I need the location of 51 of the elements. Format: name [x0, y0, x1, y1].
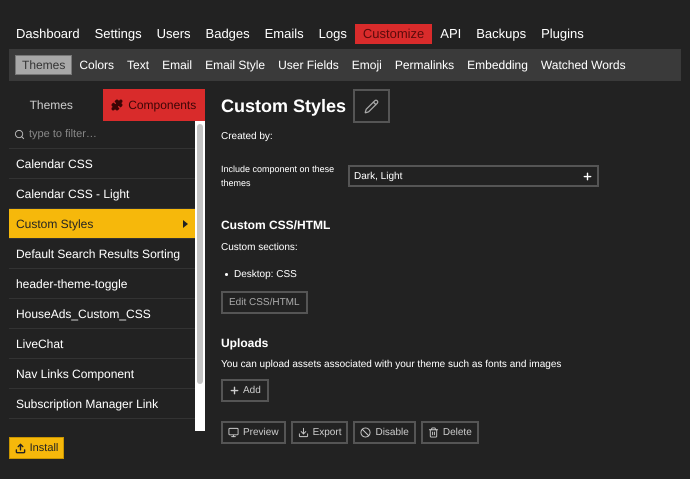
section-heading: Uploads: [221, 335, 270, 352]
caret-icon: [183, 220, 188, 228]
install-button[interactable]: Install: [9, 437, 64, 459]
action-button[interactable]: Delete: [420, 421, 479, 444]
nav-tab[interactable]: Dashboard: [9, 24, 87, 44]
action-button[interactable]: Preview: [221, 421, 286, 444]
sub-nav-tab[interactable]: Embedding: [461, 55, 534, 75]
sub-nav-tab[interactable]: Permalinks: [388, 55, 460, 75]
upload-icon: [14, 442, 26, 454]
edit-css-button[interactable]: Edit CSS/HTML: [221, 291, 308, 314]
created-by-label: Created by:: [221, 130, 274, 144]
ban-icon: [360, 427, 372, 438]
sub-nav-tab[interactable]: Text: [121, 55, 156, 75]
sub-nav-tab[interactable]: Emoji: [346, 55, 388, 75]
sub-nav-tab[interactable]: Email: [156, 55, 198, 75]
themes-selector[interactable]: Dark, Light: [348, 165, 599, 187]
nav-tab[interactable]: Badges: [198, 24, 257, 44]
sidebar-tab[interactable]: Themes: [0, 89, 102, 121]
puzzle-icon: [111, 99, 124, 111]
monitor-icon: [228, 427, 239, 438]
custom-sections-label: Custom sections:: [221, 241, 299, 255]
add-button[interactable]: Add: [221, 379, 269, 402]
component-list-item[interactable]: Custom Styles: [9, 209, 195, 239]
filter-field[interactable]: type to filter…: [29, 126, 179, 143]
sub-nav-tab[interactable]: Colors: [73, 55, 120, 75]
pencil-icon: [364, 98, 380, 114]
nav-tab[interactable]: Emails: [258, 24, 311, 44]
section-heading: Custom CSS/HTML: [221, 217, 332, 234]
section-list-item: Desktop: CSS: [225, 267, 690, 282]
edit-name-button[interactable]: [353, 89, 390, 123]
sub-nav-tab[interactable]: Themes: [15, 55, 72, 75]
sub-nav-tab[interactable]: User Fields: [272, 55, 345, 75]
sub-nav-tab[interactable]: Watched Words: [534, 55, 632, 75]
download-icon: [298, 427, 309, 438]
sidebar-tab[interactable]: Components: [102, 89, 205, 121]
plus-icon: [582, 170, 593, 182]
nav-tab[interactable]: Plugins: [534, 24, 591, 44]
uploads-description: You can upload assets associated with your theme such as fonts and images: [221, 358, 562, 372]
nav-tab[interactable]: Settings: [88, 24, 149, 44]
action-button[interactable]: Disable: [353, 421, 416, 444]
plus-icon: [229, 385, 240, 396]
action-button[interactable]: Export: [290, 421, 348, 444]
nav-tab[interactable]: Logs: [312, 24, 354, 44]
nav-tab[interactable]: Backups: [469, 24, 534, 44]
include-label: Include component on these themes: [221, 163, 336, 190]
nav-tab[interactable]: Users: [150, 24, 198, 44]
component-title: Custom Styles: [221, 94, 346, 118]
trash-icon: [428, 427, 439, 438]
search-icon: [14, 129, 25, 140]
nav-tab[interactable]: API: [433, 24, 468, 44]
sub-nav-tab[interactable]: Email Style: [199, 55, 272, 75]
